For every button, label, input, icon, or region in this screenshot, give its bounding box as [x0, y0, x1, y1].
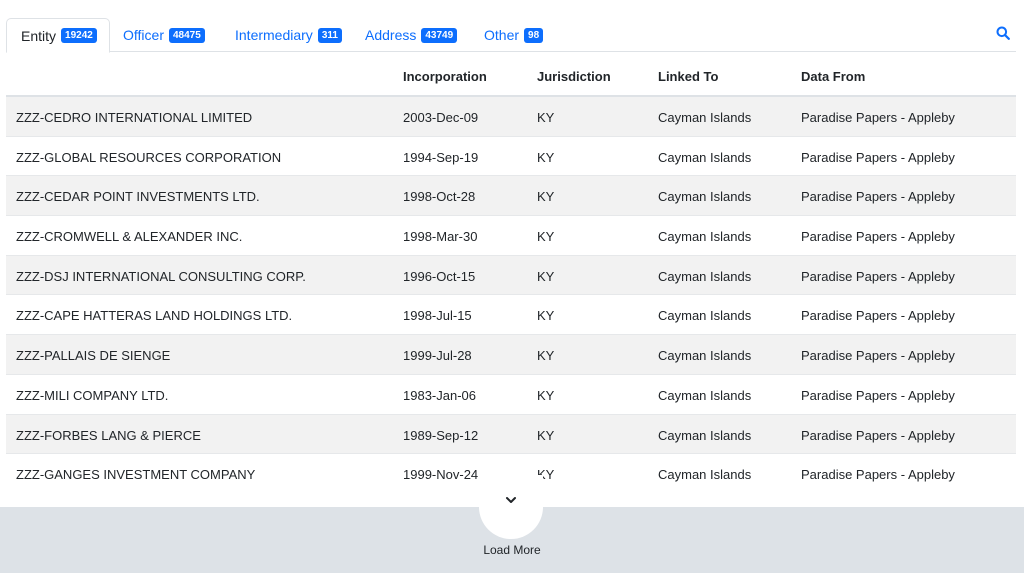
tab-entity[interactable]: Entity 19242	[6, 18, 110, 53]
linked-to: Cayman Islands	[658, 189, 752, 205]
search-icon[interactable]	[996, 26, 1014, 44]
linked-to: Cayman Islands	[658, 149, 752, 165]
entity-name-link[interactable]: ZZZ-CEDRO INTERNATIONAL LIMITED	[16, 110, 252, 125]
table-row: ZZZ-CEDAR POINT INVESTMENTS LTD. 1998-Oc…	[6, 176, 1016, 217]
data-source: Paradise Papers - Appleby	[801, 268, 955, 284]
incorporation-date: 1983-Jan-06	[403, 387, 476, 403]
jurisdiction: KY	[537, 268, 555, 284]
count-badge: 48475	[168, 27, 205, 43]
entity-name-link[interactable]: ZZZ-CROMWELL & ALEXANDER INC.	[16, 229, 242, 244]
column-header-jurisdiction[interactable]: Jurisdiction	[537, 69, 611, 84]
entity-name-link[interactable]: ZZZ-GANGES INVESTMENT COMPANY	[16, 467, 255, 482]
incorporation-date: 1998-Jul-15	[403, 308, 472, 324]
table-row: ZZZ-DSJ INTERNATIONAL CONSULTING CORP. 1…	[6, 255, 1016, 296]
jurisdiction: KY	[537, 229, 555, 245]
incorporation-date: 1996-Oct-15	[403, 268, 476, 284]
jurisdiction: KY	[537, 189, 555, 205]
linked-to: Cayman Islands	[658, 467, 752, 483]
entity-name-link[interactable]: ZZZ-CAPE HATTERAS LAND HOLDINGS LTD.	[16, 308, 292, 323]
load-more-button[interactable]	[479, 475, 543, 539]
linked-to: Cayman Islands	[658, 110, 752, 125]
table-row: ZZZ-CEDRO INTERNATIONAL LIMITED 2003-Dec…	[6, 97, 1016, 137]
tab-label: Entity	[21, 27, 57, 44]
linked-to: Cayman Islands	[658, 348, 752, 364]
table-row: ZZZ-CROMWELL & ALEXANDER INC. 1998-Mar-3…	[6, 216, 1016, 256]
tab-address[interactable]: Address 43749	[365, 18, 458, 52]
linked-to: Cayman Islands	[658, 427, 752, 443]
tab-label: Officer	[123, 27, 164, 43]
column-header-incorporation[interactable]: Incorporation	[403, 69, 487, 84]
entity-name-link[interactable]: ZZZ-DSJ INTERNATIONAL CONSULTING CORP.	[16, 269, 306, 284]
count-badge: 98	[524, 27, 544, 43]
incorporation-date: 1989-Sep-12	[403, 427, 479, 443]
jurisdiction: KY	[537, 348, 555, 364]
data-source: Paradise Papers - Appleby	[801, 189, 955, 205]
jurisdiction: KY	[537, 110, 555, 125]
incorporation-date: 1999-Jul-28	[403, 348, 472, 364]
data-source: Paradise Papers - Appleby	[801, 427, 955, 443]
chevron-down-icon	[505, 493, 517, 505]
incorporation-date: 2003-Dec-09	[403, 110, 479, 125]
table-row: ZZZ-FORBES LANG & PIERCE 1989-Sep-12 KY …	[6, 414, 1016, 455]
incorporation-date: 1999-Nov-24	[403, 467, 479, 483]
load-more-bar: Load More	[0, 475, 1024, 573]
tab-label: Address	[365, 27, 417, 43]
data-source: Paradise Papers - Appleby	[801, 149, 955, 165]
data-source: Paradise Papers - Appleby	[801, 467, 955, 483]
incorporation-date: 1998-Oct-28	[403, 189, 476, 205]
data-source: Paradise Papers - Appleby	[801, 387, 955, 403]
jurisdiction: KY	[537, 308, 555, 324]
table-row: ZZZ-GLOBAL RESOURCES CORPORATION 1994-Se…	[6, 137, 1016, 177]
data-source: Paradise Papers - Appleby	[801, 348, 955, 364]
tab-officer[interactable]: Officer 48475	[123, 18, 205, 52]
entity-name-link[interactable]: ZZZ-CEDAR POINT INVESTMENTS LTD.	[16, 189, 260, 204]
linked-to: Cayman Islands	[658, 387, 752, 403]
entity-name-link[interactable]: ZZZ-GLOBAL RESOURCES CORPORATION	[16, 150, 281, 165]
tab-intermediary[interactable]: Intermediary 311	[235, 18, 342, 52]
jurisdiction: KY	[537, 427, 555, 443]
linked-to: Cayman Islands	[658, 308, 752, 324]
tab-label: Intermediary	[235, 27, 313, 43]
data-source: Paradise Papers - Appleby	[801, 308, 955, 324]
count-badge: 43749	[421, 27, 458, 43]
data-source: Paradise Papers - Appleby	[801, 229, 955, 245]
column-header-data-from[interactable]: Data From	[801, 69, 865, 84]
linked-to: Cayman Islands	[658, 268, 752, 284]
entity-name-link[interactable]: ZZZ-MILI COMPANY LTD.	[16, 388, 168, 403]
linked-to: Cayman Islands	[658, 229, 752, 245]
column-header-linked-to[interactable]: Linked To	[658, 69, 718, 84]
incorporation-date: 1994-Sep-19	[403, 149, 479, 165]
result-type-tabs: Entity 19242 Officer 48475 Intermediary …	[6, 18, 1016, 53]
table-row: ZZZ-CAPE HATTERAS LAND HOLDINGS LTD. 199…	[6, 295, 1016, 336]
entity-name-link[interactable]: ZZZ-PALLAIS DE SIENGE	[16, 348, 170, 363]
tab-other[interactable]: Other 98	[484, 18, 544, 52]
table-row: ZZZ-MILI COMPANY LTD. 1983-Jan-06 KY Cay…	[6, 375, 1016, 415]
incorporation-date: 1998-Mar-30	[403, 229, 478, 245]
entity-name-link[interactable]: ZZZ-FORBES LANG & PIERCE	[16, 428, 201, 443]
count-badge: 19242	[61, 28, 97, 43]
table-header: Incorporation Jurisdiction Linked To Dat…	[6, 57, 1016, 97]
load-more-label[interactable]: Load More	[0, 543, 1024, 557]
tab-label: Other	[484, 27, 520, 43]
results-table: Incorporation Jurisdiction Linked To Dat…	[6, 57, 1016, 494]
table-row: ZZZ-PALLAIS DE SIENGE 1999-Jul-28 KY Cay…	[6, 335, 1016, 375]
jurisdiction: KY	[537, 387, 555, 403]
count-badge: 311	[317, 27, 342, 43]
jurisdiction: KY	[537, 149, 555, 165]
data-source: Paradise Papers - Appleby	[801, 110, 955, 125]
